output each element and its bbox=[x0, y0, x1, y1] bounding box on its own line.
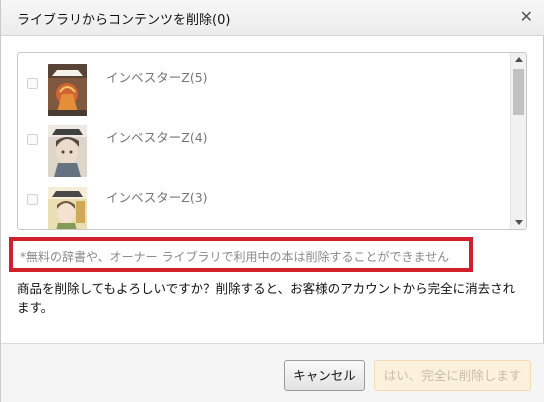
dialog-title: ライブラリからコンテンツを削除(0) bbox=[17, 13, 231, 28]
scrollbar-thumb[interactable] bbox=[513, 69, 524, 115]
item-title: インベスターZ(3) bbox=[106, 190, 208, 205]
item-title: インベスターZ(5) bbox=[106, 70, 208, 85]
item-title: インベスターZ(4) bbox=[106, 130, 208, 145]
close-icon[interactable]: ✕ bbox=[520, 9, 533, 25]
dialog-header: ライブラリからコンテンツを削除(0) ✕ bbox=[1, 0, 544, 36]
confirmation-message: 商品を削除してもよろしいですか？削除すると、お客様のアカウントから完全に消去され… bbox=[17, 281, 516, 315]
scroll-down-arrow-icon[interactable] bbox=[515, 220, 523, 225]
content-list[interactable]: インベスターZ(5) インベスターZ(4) インベスターZ(3) bbox=[17, 52, 527, 230]
list-item[interactable]: インベスターZ(3) bbox=[18, 185, 510, 229]
book-cover-image bbox=[48, 64, 87, 116]
list-item[interactable]: インベスターZ(5) bbox=[18, 61, 510, 123]
list-item[interactable]: インベスターZ(4) bbox=[18, 123, 510, 185]
book-cover-image bbox=[48, 187, 87, 229]
cancel-button[interactable]: キャンセル bbox=[284, 360, 365, 391]
item-checkbox[interactable] bbox=[27, 78, 38, 89]
delete-content-dialog: ライブラリからコンテンツを削除(0) ✕ インベスターZ(5) インベスターZ(… bbox=[0, 0, 544, 402]
item-checkbox[interactable] bbox=[27, 194, 38, 205]
scroll-up-arrow-icon[interactable] bbox=[515, 57, 523, 62]
book-cover-image bbox=[48, 125, 87, 177]
item-checkbox[interactable] bbox=[27, 134, 38, 145]
dialog-footer: キャンセル はい、完全に削除します bbox=[1, 343, 544, 402]
confirm-delete-button[interactable]: はい、完全に削除します bbox=[374, 360, 531, 391]
notice-text: *無料の辞書や、オーナー ライブラリで利用中の本は削除することができません bbox=[20, 250, 450, 264]
deletion-notice: *無料の辞書や、オーナー ライブラリで利用中の本は削除することができません bbox=[9, 237, 473, 272]
list-scrollbar[interactable] bbox=[510, 53, 526, 229]
